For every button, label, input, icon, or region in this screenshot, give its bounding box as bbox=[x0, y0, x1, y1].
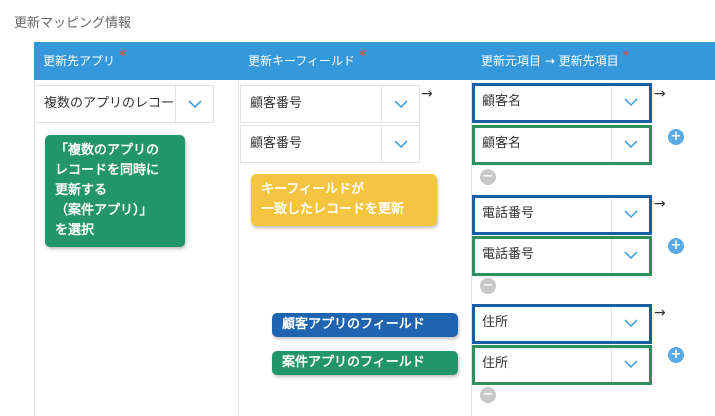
header-update-target-app: 更新先アプリ * bbox=[43, 42, 126, 80]
chevron-down-icon bbox=[624, 251, 638, 260]
arrow-icon: → bbox=[654, 196, 666, 212]
chevron-down-icon bbox=[624, 98, 638, 107]
select-value: 住所 bbox=[482, 356, 509, 371]
dropdown-button[interactable] bbox=[611, 239, 649, 273]
column-divider bbox=[34, 80, 35, 416]
chevron-down-icon bbox=[624, 210, 638, 219]
callout-customer-app-field: 顧客アプリのフィールド bbox=[272, 313, 458, 337]
key-field-select[interactable]: 顧客番号 bbox=[240, 85, 420, 123]
remove-row-button[interactable]: − bbox=[480, 169, 496, 185]
dropdown-button[interactable] bbox=[175, 86, 213, 122]
target-field-select[interactable]: 顧客名 bbox=[472, 125, 652, 165]
select-value: 電話番号 bbox=[482, 247, 535, 262]
header-source-to-target: 更新元項目 → 更新先項目 * bbox=[481, 42, 629, 80]
dropdown-button[interactable] bbox=[611, 198, 649, 232]
remove-row-button[interactable]: − bbox=[480, 387, 496, 403]
header-update-key-field: 更新キーフィールド * bbox=[248, 42, 366, 80]
callout-key-field: キーフィールドが 一致したレコードを更新 bbox=[251, 174, 437, 226]
select-value: 顧客番号 bbox=[250, 96, 303, 111]
select-value: 電話番号 bbox=[482, 206, 535, 221]
callout-project-app-field: 案件アプリのフィールド bbox=[272, 351, 458, 375]
header-label: 更新元項目 → 更新先項目 bbox=[481, 54, 619, 68]
chevron-down-icon bbox=[394, 140, 408, 149]
callout-select-app: 「複数のアプリの レコードを同時に 更新する （案件アプリ）」 を選択 bbox=[45, 135, 185, 247]
chevron-down-icon bbox=[624, 140, 638, 149]
add-row-button[interactable]: + bbox=[668, 129, 684, 145]
source-field-select[interactable]: 住所 bbox=[472, 304, 652, 344]
header-label: 更新キーフィールド bbox=[248, 54, 356, 68]
dropdown-button[interactable] bbox=[611, 348, 649, 382]
required-mark: * bbox=[359, 49, 366, 64]
dropdown-button[interactable] bbox=[381, 86, 419, 122]
arrow-icon: → bbox=[654, 86, 666, 102]
dropdown-button[interactable] bbox=[611, 86, 649, 120]
header-label: 更新先アプリ bbox=[43, 54, 116, 68]
column-divider bbox=[238, 80, 239, 416]
required-mark: * bbox=[119, 49, 126, 64]
dropdown-button[interactable] bbox=[611, 128, 649, 162]
arrow-icon: → bbox=[421, 86, 433, 102]
mapping-table-header: 更新先アプリ * 更新キーフィールド * 更新元項目 → 更新先項目 * bbox=[34, 42, 715, 80]
chevron-down-icon bbox=[394, 100, 408, 109]
dropdown-button[interactable] bbox=[611, 307, 649, 341]
select-value: 住所 bbox=[482, 315, 509, 330]
select-value: 顧客番号 bbox=[250, 136, 303, 151]
section-title: 更新マッピング情報 bbox=[14, 16, 132, 31]
update-target-app-select[interactable]: 複数のアプリのレコー bbox=[34, 85, 214, 123]
target-field-select[interactable]: 電話番号 bbox=[472, 236, 652, 276]
source-field-select[interactable]: 顧客名 bbox=[472, 83, 652, 123]
select-value: 顧客名 bbox=[482, 136, 522, 151]
chevron-down-icon bbox=[188, 100, 202, 109]
add-row-button[interactable]: + bbox=[668, 238, 684, 254]
select-value: 複数のアプリのレコー bbox=[44, 96, 175, 111]
target-field-select[interactable]: 住所 bbox=[472, 345, 652, 385]
arrow-icon: → bbox=[654, 305, 666, 321]
select-value: 顧客名 bbox=[482, 94, 522, 109]
key-field-select[interactable]: 顧客番号 bbox=[240, 125, 420, 163]
dropdown-button[interactable] bbox=[381, 126, 419, 162]
add-row-button[interactable]: + bbox=[668, 347, 684, 363]
chevron-down-icon bbox=[624, 319, 638, 328]
required-mark: * bbox=[622, 49, 630, 64]
source-field-select[interactable]: 電話番号 bbox=[472, 195, 652, 235]
chevron-down-icon bbox=[624, 360, 638, 369]
remove-row-button[interactable]: − bbox=[480, 278, 496, 294]
